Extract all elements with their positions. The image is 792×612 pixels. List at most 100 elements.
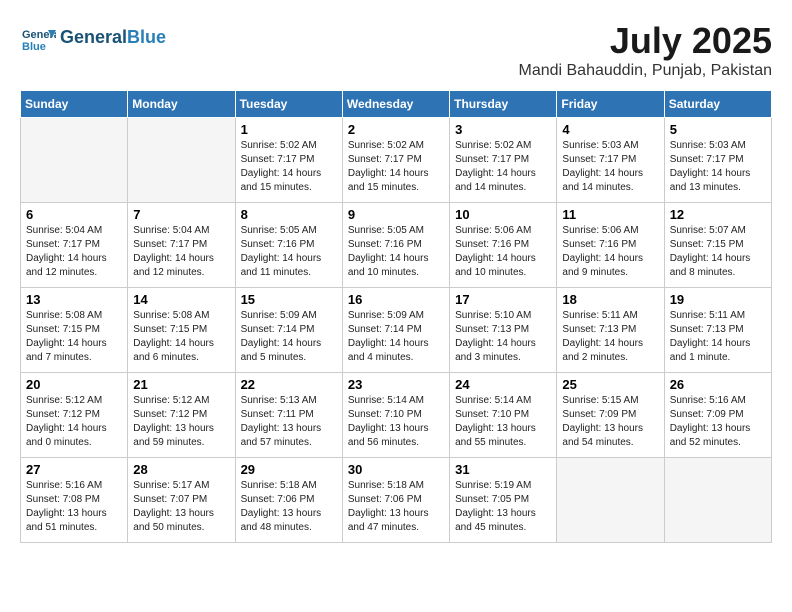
day-info: Sunrise: 5:05 AM Sunset: 7:16 PM Dayligh… (348, 224, 444, 280)
calendar-cell: 17Sunrise: 5:10 AM Sunset: 7:13 PM Dayli… (450, 288, 557, 373)
day-number: 1 (241, 122, 337, 137)
weekday-header-row: SundayMondayTuesdayWednesdayThursdayFrid… (21, 91, 772, 118)
day-info: Sunrise: 5:11 AM Sunset: 7:13 PM Dayligh… (670, 309, 766, 365)
day-info: Sunrise: 5:15 AM Sunset: 7:09 PM Dayligh… (562, 394, 658, 450)
day-number: 29 (241, 462, 337, 477)
calendar-cell: 5 Sunrise: 5:03 AM Sunset: 7:17 PM Daylig… (664, 118, 771, 203)
location-title: Mandi Bahauddin, Punjab, Pakistan (518, 62, 772, 80)
day-number: 3 (455, 122, 551, 137)
calendar-cell: 21Sunrise: 5:12 AM Sunset: 7:12 PM Dayli… (128, 373, 235, 458)
day-info: Sunrise: 5:09 AM Sunset: 7:14 PM Dayligh… (348, 309, 444, 365)
weekday-header-sunday: Sunday (21, 91, 128, 118)
day-number: 12 (670, 207, 766, 222)
logo-icon: General Blue (20, 20, 56, 56)
day-number: 30 (348, 462, 444, 477)
calendar-cell: 11 Sunrise: 5:06 AM Sunset: 7:16 PM Dayli… (557, 203, 664, 288)
day-number: 31 (455, 462, 551, 477)
week-row-4: 20 Sunrise: 5:12 AM Sunset: 7:12 PM Dayli… (21, 373, 772, 458)
calendar-cell: 13Sunrise: 5:08 AM Sunset: 7:15 PM Dayli… (21, 288, 128, 373)
day-info: Sunrise: 5:08 AM Sunset: 7:15 PM Dayligh… (133, 309, 229, 365)
svg-text:Blue: Blue (22, 41, 46, 53)
calendar-cell: 9 Sunrise: 5:05 AM Sunset: 7:16 PM Daylig… (342, 203, 449, 288)
calendar-cell: 14 Sunrise: 5:08 AM Sunset: 7:15 PM Dayli… (128, 288, 235, 373)
day-number: 18 (562, 292, 658, 307)
weekday-header-wednesday: Wednesday (342, 91, 449, 118)
month-title: July 2025 (518, 20, 772, 62)
day-info: Sunrise: 5:07 AM Sunset: 7:15 PM Dayligh… (670, 224, 766, 280)
day-number: 22 (241, 377, 337, 392)
day-info: Sunrise: 5:14 AM Sunset: 7:10 PM Dayligh… (455, 394, 551, 450)
day-number: 11 (562, 207, 658, 222)
day-info: Sunrise: 5:06 AM Sunset: 7:16 PM Dayligh… (562, 224, 658, 280)
weekday-header-monday: Monday (128, 91, 235, 118)
day-number: 28 (133, 462, 229, 477)
day-info: Sunrise: 5:12 AM Sunset: 7:12 PM Dayligh… (133, 394, 229, 450)
day-info: Sunrise: 5:18 AM Sunset: 7:06 PM Dayligh… (348, 479, 444, 535)
calendar-cell (664, 458, 771, 543)
week-row-5: 27 Sunrise: 5:16 AM Sunset: 7:08 PM Dayli… (21, 458, 772, 543)
calendar-cell: 29 Sunrise: 5:18 AM Sunset: 7:06 PM Dayli… (235, 458, 342, 543)
day-info: Sunrise: 5:03 AM Sunset: 7:17 PM Dayligh… (670, 139, 766, 195)
calendar-table: SundayMondayTuesdayWednesdayThursdayFrid… (20, 90, 772, 543)
day-number: 2 (348, 122, 444, 137)
day-number: 4 (562, 122, 658, 137)
day-number: 16 (348, 292, 444, 307)
day-info: Sunrise: 5:03 AM Sunset: 7:17 PM Dayligh… (562, 139, 658, 195)
weekday-header-friday: Friday (557, 91, 664, 118)
day-number: 5 (670, 122, 766, 137)
weekday-header-saturday: Saturday (664, 91, 771, 118)
day-number: 25 (562, 377, 658, 392)
day-number: 7 (133, 207, 229, 222)
weekday-header-tuesday: Tuesday (235, 91, 342, 118)
calendar-cell: 18 Sunrise: 5:11 AM Sunset: 7:13 PM Dayli… (557, 288, 664, 373)
logo: General Blue GeneralBlue (20, 20, 166, 56)
calendar-cell: 15 Sunrise: 5:09 AM Sunset: 7:14 PM Dayli… (235, 288, 342, 373)
calendar-cell: 22 Sunrise: 5:13 AM Sunset: 7:11 PM Dayli… (235, 373, 342, 458)
day-info: Sunrise: 5:02 AM Sunset: 7:17 PM Dayligh… (241, 139, 337, 195)
day-info: Sunrise: 5:14 AM Sunset: 7:10 PM Dayligh… (348, 394, 444, 450)
calendar-cell (557, 458, 664, 543)
day-number: 10 (455, 207, 551, 222)
calendar-cell (128, 118, 235, 203)
day-number: 20 (26, 377, 122, 392)
day-number: 9 (348, 207, 444, 222)
calendar-cell: 23Sunrise: 5:14 AM Sunset: 7:10 PM Dayli… (342, 373, 449, 458)
day-info: Sunrise: 5:02 AM Sunset: 7:17 PM Dayligh… (455, 139, 551, 195)
day-info: Sunrise: 5:04 AM Sunset: 7:17 PM Dayligh… (26, 224, 122, 280)
calendar-cell: 8Sunrise: 5:05 AM Sunset: 7:16 PM Daylig… (235, 203, 342, 288)
day-info: Sunrise: 5:18 AM Sunset: 7:06 PM Dayligh… (241, 479, 337, 535)
calendar-cell: 2 Sunrise: 5:02 AM Sunset: 7:17 PM Daylig… (342, 118, 449, 203)
day-info: Sunrise: 5:11 AM Sunset: 7:13 PM Dayligh… (562, 309, 658, 365)
day-number: 6 (26, 207, 122, 222)
calendar-cell: 3 Sunrise: 5:02 AM Sunset: 7:17 PM Daylig… (450, 118, 557, 203)
day-info: Sunrise: 5:12 AM Sunset: 7:12 PM Dayligh… (26, 394, 122, 450)
day-number: 14 (133, 292, 229, 307)
page-header: General Blue GeneralBlue July 2025 Mandi… (20, 20, 772, 80)
calendar-cell: 6 Sunrise: 5:04 AM Sunset: 7:17 PM Daylig… (21, 203, 128, 288)
calendar-cell: 28Sunrise: 5:17 AM Sunset: 7:07 PM Dayli… (128, 458, 235, 543)
day-info: Sunrise: 5:02 AM Sunset: 7:17 PM Dayligh… (348, 139, 444, 195)
calendar-cell: 19 Sunrise: 5:11 AM Sunset: 7:13 PM Dayli… (664, 288, 771, 373)
calendar-cell (21, 118, 128, 203)
day-number: 19 (670, 292, 766, 307)
day-info: Sunrise: 5:09 AM Sunset: 7:14 PM Dayligh… (241, 309, 337, 365)
day-number: 13 (26, 292, 122, 307)
calendar-cell: 12 Sunrise: 5:07 AM Sunset: 7:15 PM Dayli… (664, 203, 771, 288)
day-info: Sunrise: 5:13 AM Sunset: 7:11 PM Dayligh… (241, 394, 337, 450)
day-info: Sunrise: 5:06 AM Sunset: 7:16 PM Dayligh… (455, 224, 551, 280)
calendar-cell: 10 Sunrise: 5:06 AM Sunset: 7:16 PM Dayli… (450, 203, 557, 288)
week-row-1: 1 Sunrise: 5:02 AM Sunset: 7:17 PM Daylig… (21, 118, 772, 203)
day-info: Sunrise: 5:05 AM Sunset: 7:16 PM Dayligh… (241, 224, 337, 280)
day-info: Sunrise: 5:04 AM Sunset: 7:17 PM Dayligh… (133, 224, 229, 280)
calendar-cell: 31 Sunrise: 5:19 AM Sunset: 7:05 PM Dayli… (450, 458, 557, 543)
day-number: 27 (26, 462, 122, 477)
title-block: July 2025 Mandi Bahauddin, Punjab, Pakis… (518, 20, 772, 80)
calendar-cell: 26Sunrise: 5:16 AM Sunset: 7:09 PM Dayli… (664, 373, 771, 458)
day-number: 15 (241, 292, 337, 307)
calendar-cell: 27 Sunrise: 5:16 AM Sunset: 7:08 PM Dayli… (21, 458, 128, 543)
calendar-cell: 24Sunrise: 5:14 AM Sunset: 7:10 PM Dayli… (450, 373, 557, 458)
logo-text: GeneralBlue (60, 28, 166, 48)
day-info: Sunrise: 5:10 AM Sunset: 7:13 PM Dayligh… (455, 309, 551, 365)
day-info: Sunrise: 5:19 AM Sunset: 7:05 PM Dayligh… (455, 479, 551, 535)
day-info: Sunrise: 5:16 AM Sunset: 7:08 PM Dayligh… (26, 479, 122, 535)
